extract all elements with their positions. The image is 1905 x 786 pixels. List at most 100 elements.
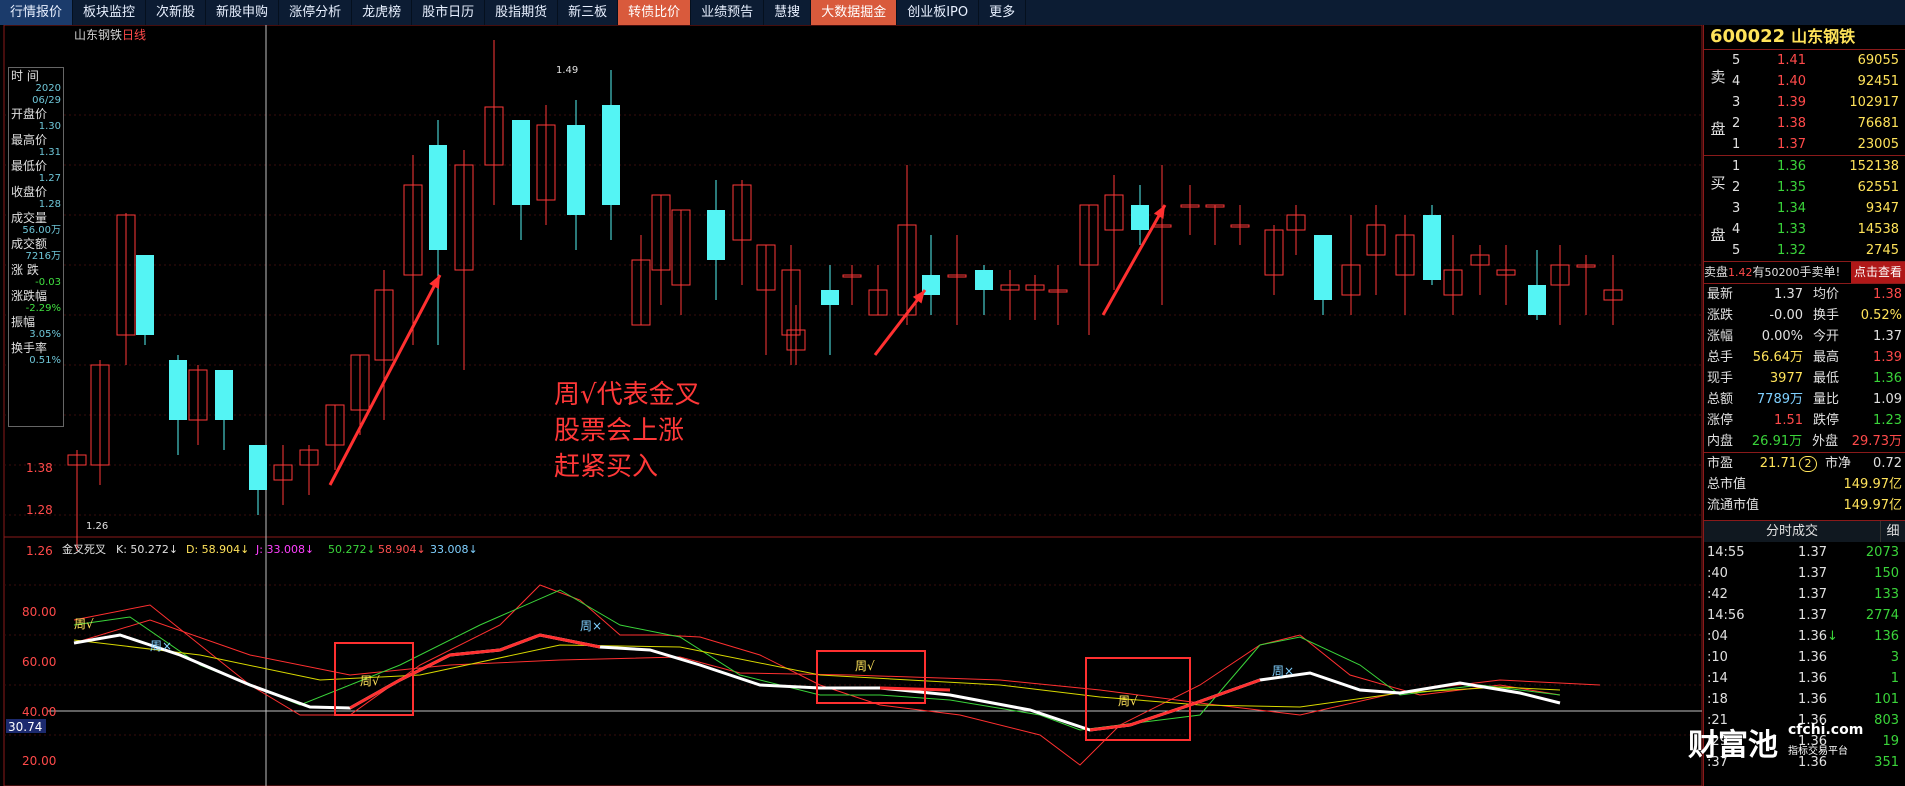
menu-item-13[interactable]: 创业板IPO (897, 0, 980, 25)
sell-level-row[interactable]: 2 1.38 76681 (1732, 113, 1905, 134)
buy-level-row[interactable]: 4 1.33 14538 (1732, 219, 1905, 240)
stat-value: 1.37 (1873, 329, 1902, 344)
k-line-red-segment (1089, 678, 1261, 732)
menu-item-10[interactable]: 业绩预告 (691, 0, 765, 25)
zhou-golden-cross-label: 周√ (360, 674, 380, 688)
tick-time: :10 (1707, 650, 1728, 665)
candle-body (136, 255, 154, 335)
stats-row: 总手 56.64万 最高 1.39 (1704, 347, 1905, 368)
menu-item-7[interactable]: 股指期货 (485, 0, 559, 25)
buy-level-row[interactable]: 2 1.35 62551 (1732, 177, 1905, 198)
level-num: 4 (1732, 74, 1741, 89)
tick-time: :18 (1707, 692, 1728, 707)
kline-chart-area[interactable]: 山东钢铁 日线 1.38 1.28 1.26 1.49 1.26 周√代表金叉 股票会上涨 赶紧买… (0, 25, 1703, 786)
tick-volume: 1 (1890, 671, 1899, 686)
stat-value: 1.36 (1873, 371, 1902, 386)
menu-item-1[interactable]: 板块监控 (73, 0, 147, 25)
zhou-death-cross-label: 周× (580, 619, 602, 633)
level-volume: 14538 (1857, 222, 1899, 237)
tick-volume: 136 (1874, 629, 1899, 644)
menu-item-3[interactable]: 新股申购 (206, 0, 280, 25)
level-volume: 92451 (1857, 74, 1899, 89)
info-label-6: 成交额 (11, 237, 48, 251)
level-volume: 69055 (1857, 53, 1899, 68)
indicator-label: 金叉死叉 (62, 542, 106, 556)
menu-item-11[interactable]: 慧搜 (764, 0, 812, 25)
info-value-2: 1.31 (38, 147, 61, 158)
tick-row[interactable]: :18 1.36 101 (1704, 689, 1905, 710)
price-tick-label: 1.26 (26, 544, 53, 558)
stats-row: 涨停 1.51 跌停 1.23 (1704, 410, 1905, 431)
tick-row[interactable]: :14 1.36 1 (1704, 668, 1905, 689)
menu-item-8[interactable]: 新三板 (558, 0, 619, 25)
info-value-3: 1.27 (38, 173, 61, 184)
tick-price: 1.36 (1798, 692, 1827, 707)
annotation-text: 股票会上涨 (554, 416, 684, 446)
indicator-value: 33.008↓ (430, 543, 478, 556)
sell-level-row[interactable]: 3 1.39 102917 (1732, 92, 1905, 113)
kline-chart-svg[interactable]: 山东钢铁 日线 1.38 1.28 1.26 1.49 1.26 周√代表金叉股票会上涨赶紧买… (0, 25, 1703, 786)
tick-row[interactable]: :10 1.36 3 (1704, 647, 1905, 668)
menu-item-9[interactable]: 转债比价 (618, 0, 692, 25)
watermark-brand: 财富池 (1688, 728, 1778, 763)
sell-note-prefix: 卖盘 (1704, 265, 1729, 279)
stat-value: 1.38 (1873, 287, 1902, 302)
info-label-10: 换手率 (11, 341, 48, 355)
menu-item-5[interactable]: 龙虎榜 (352, 0, 413, 25)
tick-arrow (1827, 605, 1841, 626)
tick-arrow: ↓ (1827, 629, 1838, 644)
stat-label: 今开 (1813, 329, 1840, 344)
watermark: 财富池 cfchi.com 指标交易平台 (1688, 720, 1898, 763)
tick-price: 1.36 (1798, 650, 1827, 665)
level-price: 1.35 (1777, 180, 1806, 195)
tick-row[interactable]: 14:56 1.37 2774 (1704, 605, 1905, 626)
indicator-pane-frame (3, 536, 1703, 786)
sell-level-row[interactable]: 5 1.41 69055 (1732, 50, 1905, 71)
sell-side-label: 卖盘 (1704, 50, 1732, 155)
menu-item-2[interactable]: 次新股 (146, 0, 207, 25)
level-price: 1.36 (1777, 159, 1806, 174)
bar-info-panel: 时 间 2020 06/29 开盘价 1.30 最高价 1.31 最低价 1.27 收盘价 1.28… (8, 67, 64, 427)
stats-row: 总额 7789万 量比 1.09 (1704, 389, 1905, 410)
tick-row[interactable]: :42 1.37 133 (1704, 584, 1905, 605)
level-volume: 76681 (1857, 116, 1899, 131)
stat-value: 1.39 (1873, 350, 1902, 365)
info-value-0: 2020 (35, 83, 61, 94)
stat-value: 1.09 (1873, 392, 1902, 407)
view-sell-orders-button[interactable]: 点击查看 (1850, 262, 1905, 283)
tick-volume: 3 (1890, 650, 1899, 665)
stat-value: -0.00 (1769, 308, 1803, 323)
stats-row: 涨跌 -0.00 换手 0.52% (1704, 305, 1905, 326)
tick-row[interactable]: 14:55 1.37 2073 (1704, 542, 1905, 563)
menu-item-14[interactable]: 更多 (979, 0, 1027, 25)
quote-panel: 600022 山东钢铁 卖盘 5 1.41 69055 4 1.40 92451 3 1.39 1… (1703, 25, 1905, 786)
chart-period: 日线 (122, 28, 146, 42)
zhou-death-cross-label: 周× (1272, 664, 1294, 678)
sell-note-row: 卖盘 1.42 有 50200 手卖单! 点击查看 (1704, 261, 1905, 283)
menu-item-12[interactable]: 大数据掘金 (811, 0, 898, 25)
stat-label: 量比 (1813, 392, 1840, 407)
tick-row[interactable]: :40 1.37 150 (1704, 563, 1905, 584)
watermark-sub: 指标交易平台 (1788, 746, 1848, 757)
sell-level-row[interactable]: 4 1.40 92451 (1732, 71, 1905, 92)
sell-level-row[interactable]: 1 1.37 23005 (1732, 134, 1905, 155)
menu-item-0[interactable]: 行情报价 (0, 0, 74, 25)
menu-item-4[interactable]: 涨停分析 (279, 0, 353, 25)
buy-level-row[interactable]: 3 1.34 9347 (1732, 198, 1905, 219)
stats-row: 现手 3977 最低 1.36 (1704, 368, 1905, 389)
buy-level-row[interactable]: 1 1.36 152138 (1732, 156, 1905, 177)
tick-detail-button[interactable]: 细 (1880, 521, 1905, 542)
indicator-value: J: 33.008↓ (255, 543, 314, 556)
buy-label-char-1: 盘 (1710, 226, 1726, 245)
buy-level-row[interactable]: 5 1.32 2745 (1732, 240, 1905, 261)
buy-side: 买盘 1 1.36 152138 2 1.35 62551 3 1.34 9347 4 1.33 145… (1704, 155, 1905, 261)
stat-value: 1.51 (1774, 413, 1803, 428)
level-num: 2 (1732, 180, 1741, 195)
tick-arrow (1827, 542, 1841, 563)
stats-row: 最新 1.37 均价 1.38 (1704, 283, 1905, 305)
info-label-3: 最低价 (11, 159, 48, 173)
tick-price: 1.37 (1798, 566, 1827, 581)
pb-label: 市净 (1825, 456, 1852, 471)
tick-row[interactable]: :04 1.36 ↓ 136 (1704, 626, 1905, 647)
menu-item-6[interactable]: 股市日历 (412, 0, 486, 25)
